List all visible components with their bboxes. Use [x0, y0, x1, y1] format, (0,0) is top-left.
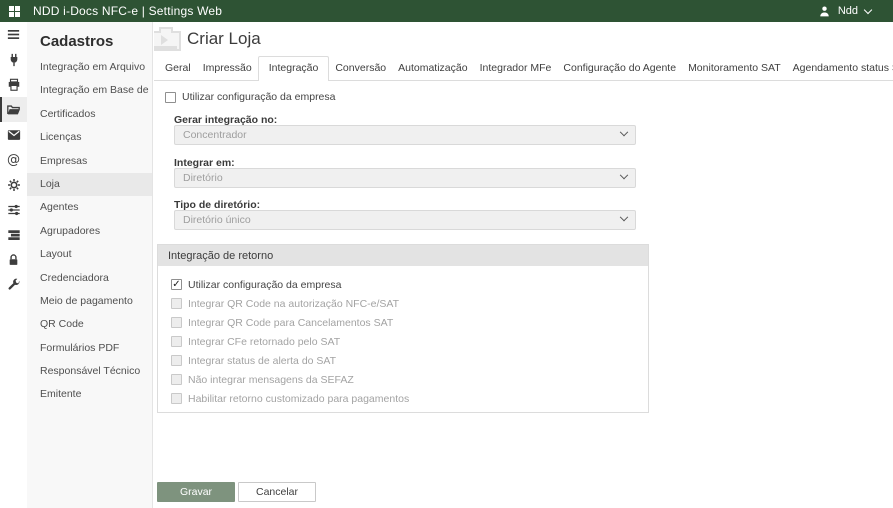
stack-icon[interactable] — [0, 222, 27, 247]
folder-open-icon[interactable] — [0, 97, 27, 122]
user-icon — [818, 5, 831, 18]
plug-icon[interactable] — [0, 47, 27, 72]
sidebar-item-empresas[interactable]: Empresas — [27, 150, 152, 173]
company-config-checkbox[interactable] — [165, 92, 176, 103]
cancel-button[interactable]: Cancelar — [238, 482, 316, 502]
tab-convers-o[interactable]: Conversão — [329, 57, 392, 80]
sidebar-item-meio-de-pagamento[interactable]: Meio de pagamento — [27, 290, 152, 313]
checkbox-integrar-qr-code-para-cancelamentos-sat — [171, 317, 182, 328]
sidebar-item-licen-as[interactable]: Licenças — [27, 126, 152, 149]
checkbox-utilizar-configura-o-da-empresa[interactable]: ✓ — [171, 279, 182, 290]
checkbox-integrar-qr-code-na-autoriza-o-nfc-e-sat — [171, 298, 182, 309]
sidebar-item-integra-o-em-base-de-dados[interactable]: Integração em Base de Dados — [27, 79, 152, 102]
sidebar-item-credenciadora[interactable]: Credenciadora — [27, 267, 152, 290]
user-menu[interactable]: Ndd — [818, 5, 871, 18]
return-option-row: Integrar status de alerta do SAT — [171, 351, 648, 370]
app-grid-icon[interactable] — [9, 6, 20, 17]
sidebar-item-loja[interactable]: Loja — [27, 173, 152, 196]
checkbox-label: Integrar QR Code na autorização NFC-e/SA… — [188, 298, 399, 310]
sidebar-item-integra-o-em-arquivo[interactable]: Integração em Arquivo — [27, 56, 152, 79]
app-title: NDD i-Docs NFC-e | Settings Web — [33, 4, 222, 18]
wrench-icon[interactable] — [0, 272, 27, 297]
sidebar-item-agrupadores[interactable]: Agrupadores — [27, 220, 152, 243]
mail-icon[interactable] — [0, 122, 27, 147]
tab-integrador-mfe[interactable]: Integrador MFe — [474, 57, 558, 80]
return-integration-panel: Integração de retorno ✓ Utilizar configur… — [157, 244, 649, 413]
select-value: Diretório — [183, 172, 223, 184]
user-name: Ndd — [838, 5, 858, 17]
select-value: Concentrador — [183, 129, 247, 141]
sidebar-item-qr-code[interactable]: QR Code — [27, 313, 152, 336]
at-sign-icon[interactable]: @ — [0, 147, 27, 172]
company-config-row: Utilizar configuração da empresa — [165, 91, 336, 103]
checkbox-label: Habilitar retorno customizado para pagam… — [188, 393, 409, 405]
return-panel-title: Integração de retorno — [158, 245, 648, 266]
sidebar: Cadastros Integração em ArquivoIntegraçã… — [27, 22, 153, 508]
icon-rail: @ — [0, 22, 27, 508]
select-tipo-de-diret-rio[interactable]: Diretório único — [174, 210, 636, 230]
tab-integra-o[interactable]: Integração — [258, 56, 330, 81]
tab-impress-o[interactable]: Impressão — [197, 57, 258, 80]
return-option-row: Integrar QR Code na autorização NFC-e/SA… — [171, 294, 648, 313]
sidebar-item-layout[interactable]: Layout — [27, 243, 152, 266]
tab-agendamento-status-sat[interactable]: Agendamento status SAT — [787, 57, 893, 80]
sidebar-item-agentes[interactable]: Agentes — [27, 196, 152, 219]
app-window: NDD i-Docs NFC-e | Settings Web Ndd @ Ca… — [0, 0, 893, 508]
checkbox-integrar-status-de-alerta-do-sat — [171, 355, 182, 366]
checkbox-integrar-cfe-retornado-pelo-sat — [171, 336, 182, 347]
checkbox-label: Utilizar configuração da empresa — [188, 279, 342, 291]
lock-icon[interactable] — [0, 247, 27, 272]
gear-icon[interactable] — [0, 172, 27, 197]
sidebar-item-formul-rios-pdf[interactable]: Formulários PDF — [27, 337, 152, 360]
sidebar-items: Integração em ArquivoIntegração em Base … — [27, 56, 152, 407]
return-option-row: Integrar QR Code para Cancelamentos SAT — [171, 313, 648, 332]
tab-automatiza-o[interactable]: Automatização — [392, 57, 473, 80]
store-icon — [154, 24, 184, 56]
checkbox-n-o-integrar-mensagens-da-sefaz — [171, 374, 182, 385]
save-button[interactable]: Gravar — [157, 482, 235, 502]
tab-configura-o-do-agente[interactable]: Configuração do Agente — [557, 57, 682, 80]
return-option-row: Não integrar mensagens da SEFAZ — [171, 370, 648, 389]
sidebar-item-respons-vel-t-cnico[interactable]: Responsável Técnico — [27, 360, 152, 383]
menu-icon[interactable] — [0, 22, 27, 47]
return-option-row: Integrar CFe retornado pelo SAT — [171, 332, 648, 351]
tab-geral[interactable]: Geral — [159, 57, 197, 80]
checkbox-label: Integrar QR Code para Cancelamentos SAT — [188, 317, 393, 329]
sidebar-title: Cadastros — [27, 22, 152, 56]
chevron-down-icon — [620, 213, 628, 221]
return-panel-body: ✓ Utilizar configuração da empresa Integra… — [158, 266, 648, 408]
company-config-label: Utilizar configuração da empresa — [182, 91, 336, 103]
svg-text:@: @ — [7, 153, 20, 167]
checkbox-habilitar-retorno-customizado-para-pagam — [171, 393, 182, 404]
checkbox-label: Integrar CFe retornado pelo SAT — [188, 336, 340, 348]
chevron-down-icon — [620, 128, 628, 136]
sidebar-item-emitente[interactable]: Emitente — [27, 383, 152, 406]
chevron-down-icon — [620, 171, 628, 179]
select-gerar-integra-o-no[interactable]: Concentrador — [174, 125, 636, 145]
top-bar: NDD i-Docs NFC-e | Settings Web Ndd — [0, 0, 893, 22]
page-title: Criar Loja — [187, 29, 261, 49]
return-option-row: Habilitar retorno customizado para pagam… — [171, 389, 648, 408]
tab-monitoramento-sat[interactable]: Monitoramento SAT — [682, 57, 787, 80]
return-option-row: ✓ Utilizar configuração da empresa — [171, 275, 648, 294]
checkbox-label: Integrar status de alerta do SAT — [188, 355, 336, 367]
select-integrar-em[interactable]: Diretório — [174, 168, 636, 188]
action-buttons: Gravar Cancelar — [157, 482, 316, 502]
main-content: Criar Loja GeralImpressãoIntegraçãoConve… — [154, 22, 893, 508]
sliders-icon[interactable] — [0, 197, 27, 222]
select-value: Diretório único — [183, 214, 251, 226]
tab-strip: GeralImpressãoIntegraçãoConversãoAutomat… — [154, 58, 893, 81]
printer-icon[interactable] — [0, 72, 27, 97]
sidebar-item-certificados[interactable]: Certificados — [27, 103, 152, 126]
chevron-down-icon — [864, 5, 872, 13]
checkbox-label: Não integrar mensagens da SEFAZ — [188, 374, 354, 386]
